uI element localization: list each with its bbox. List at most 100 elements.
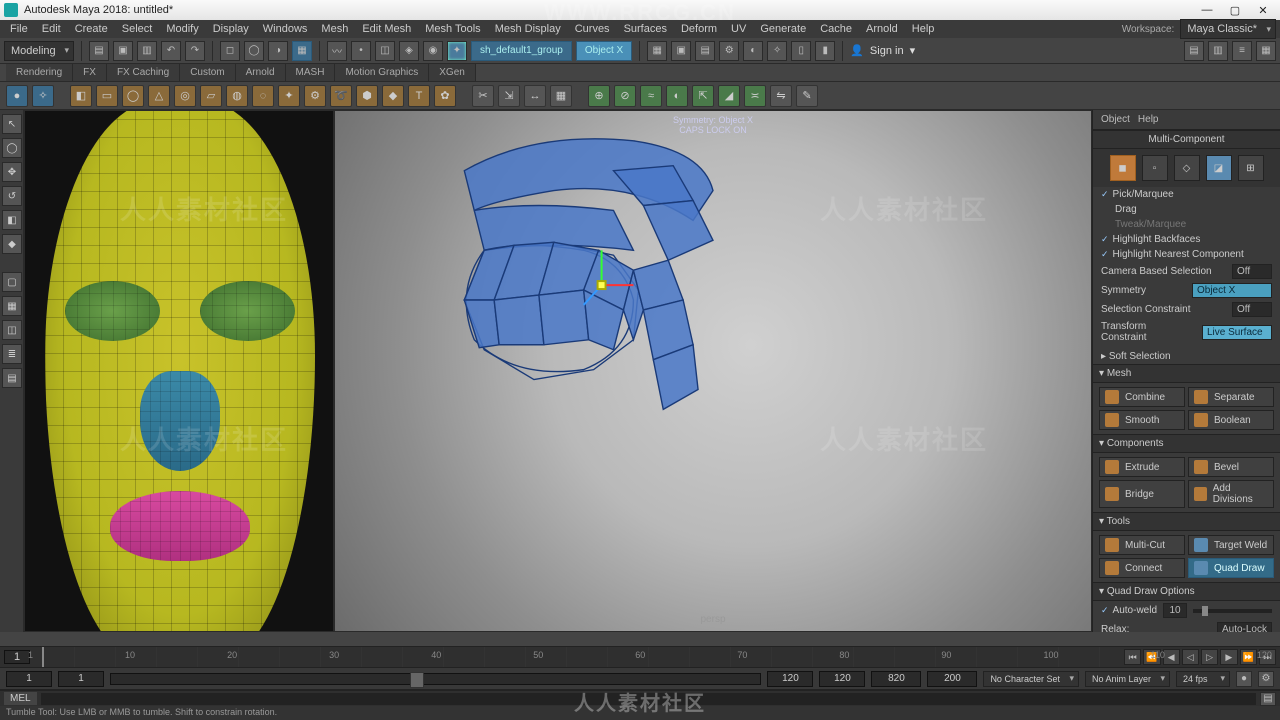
shelf-tab-custom[interactable]: Custom bbox=[180, 64, 235, 81]
shelf-separate-icon[interactable]: ⊘ bbox=[614, 85, 636, 107]
snap-curve-icon[interactable]: 〰 bbox=[327, 41, 347, 61]
menu-modify[interactable]: Modify bbox=[160, 21, 204, 37]
shelf-targetweld-icon[interactable]: ⇲ bbox=[498, 85, 520, 107]
script-editor-button[interactable]: ▤ bbox=[1260, 692, 1276, 706]
shelf-cyl-icon[interactable]: ◯ bbox=[122, 85, 144, 107]
shelf-cube-icon[interactable]: ◧ bbox=[70, 85, 92, 107]
soft-sel-toggle[interactable]: ▸ Soft Selection bbox=[1101, 351, 1171, 362]
save-scene-icon[interactable]: ▥ bbox=[137, 41, 157, 61]
range-end-field[interactable]: 120 bbox=[819, 671, 865, 687]
shelf-pipe-icon[interactable]: ◍ bbox=[226, 85, 248, 107]
opt-pick[interactable]: Pick/Marquee bbox=[1101, 189, 1174, 200]
symmetry-value[interactable]: Object X bbox=[1192, 283, 1272, 298]
shelf-sphere-icon[interactable]: ● bbox=[6, 85, 28, 107]
step-back-button[interactable]: ◀ bbox=[1163, 649, 1180, 665]
step-fwd-key-button[interactable]: ⏩ bbox=[1240, 649, 1257, 665]
scale-tool-button[interactable]: ◧ bbox=[2, 210, 22, 230]
shelf-gear-icon[interactable]: ⚙ bbox=[304, 85, 326, 107]
open-scene-icon[interactable]: ▣ bbox=[113, 41, 133, 61]
shelf-boolean-icon[interactable]: ◐ bbox=[666, 85, 688, 107]
shelf-tab-motion-graphics[interactable]: Motion Graphics bbox=[335, 64, 429, 81]
paint-select-icon[interactable]: ◑ bbox=[268, 41, 288, 61]
lasso-tool-button[interactable]: ◯ bbox=[2, 138, 22, 158]
play-fwd-button[interactable]: ▷ bbox=[1201, 649, 1218, 665]
menu-generate[interactable]: Generate bbox=[754, 21, 812, 37]
shelf-extrude-icon[interactable]: ⇱ bbox=[692, 85, 714, 107]
menu-windows[interactable]: Windows bbox=[257, 21, 314, 37]
menu-mesh-tools[interactable]: Mesh Tools bbox=[419, 21, 486, 37]
btn-targetweld[interactable]: Target Weld bbox=[1188, 535, 1274, 555]
camera-sel-value[interactable]: Off bbox=[1232, 264, 1272, 279]
aux-b[interactable]: 200 bbox=[927, 671, 977, 687]
shelf-sculpt-icon[interactable]: ✎ bbox=[796, 85, 818, 107]
step-fwd-button[interactable]: ▶ bbox=[1220, 649, 1237, 665]
relax-value[interactable]: Auto-Lock bbox=[1217, 622, 1272, 632]
snap-plane-icon[interactable]: ◫ bbox=[375, 41, 395, 61]
shelf-connect-icon[interactable]: ↔ bbox=[524, 85, 546, 107]
render-view-icon[interactable]: ▦ bbox=[647, 41, 667, 61]
snap-live-icon[interactable]: ◈ bbox=[399, 41, 419, 61]
menu-create[interactable]: Create bbox=[69, 21, 114, 37]
range-start-field[interactable]: 1 bbox=[6, 671, 52, 687]
menu-file[interactable]: File bbox=[4, 21, 34, 37]
btn-bevel[interactable]: Bevel bbox=[1188, 457, 1274, 477]
channelbox-toggle-icon[interactable]: ≡ bbox=[1232, 41, 1252, 61]
aux-a[interactable]: 820 bbox=[871, 671, 921, 687]
shelf-quaddraw-icon[interactable]: ▦ bbox=[550, 85, 572, 107]
shelf-bevel-icon[interactable]: ◢ bbox=[718, 85, 740, 107]
layout-outliner-button[interactable]: ≣ bbox=[2, 344, 22, 364]
attr-editor-toggle-icon[interactable]: ▤ bbox=[1184, 41, 1204, 61]
shelf-plane-icon[interactable]: ▭ bbox=[96, 85, 118, 107]
menu-edit-mesh[interactable]: Edit Mesh bbox=[356, 21, 417, 37]
cmd-lang[interactable]: MEL bbox=[4, 692, 37, 705]
xfcon-value[interactable]: Live Surface bbox=[1202, 325, 1272, 340]
menu-arnold[interactable]: Arnold bbox=[860, 21, 904, 37]
menu-surfaces[interactable]: Surfaces bbox=[618, 21, 673, 37]
module-combo[interactable]: Modeling bbox=[4, 41, 74, 61]
close-button[interactable]: ✕ bbox=[1250, 2, 1276, 18]
tool-settings-toggle-icon[interactable]: ▥ bbox=[1208, 41, 1228, 61]
panel-layout-b-icon[interactable]: ▮ bbox=[815, 41, 835, 61]
workspace-combo[interactable]: Maya Classic* bbox=[1180, 19, 1276, 39]
layout-four-button[interactable]: ▦ bbox=[2, 296, 22, 316]
rotate-tool-button[interactable]: ↺ bbox=[2, 186, 22, 206]
ipr-icon[interactable]: ▤ bbox=[695, 41, 715, 61]
select-tool-button[interactable]: ↖ bbox=[2, 114, 22, 134]
shelf-xyz-icon[interactable]: ✧ bbox=[32, 85, 54, 107]
signin-button[interactable]: 👤 Sign in ▾ bbox=[850, 44, 915, 57]
btn-multicut[interactable]: Multi-Cut bbox=[1099, 535, 1185, 555]
btn-smooth[interactable]: Smooth bbox=[1099, 410, 1185, 430]
shelf-tab-rendering[interactable]: Rendering bbox=[6, 64, 73, 81]
menu-curves[interactable]: Curves bbox=[569, 21, 616, 37]
toggle-live-icon[interactable]: ◉ bbox=[423, 41, 443, 61]
animlayer-combo[interactable]: No Anim Layer bbox=[1085, 671, 1170, 687]
new-scene-icon[interactable]: ▤ bbox=[89, 41, 109, 61]
redo-icon[interactable]: ↷ bbox=[185, 41, 205, 61]
goto-end-button[interactable]: ⏭ bbox=[1259, 649, 1276, 665]
shelf-cone-icon[interactable]: △ bbox=[148, 85, 170, 107]
play-end-field[interactable]: 120 bbox=[767, 671, 813, 687]
shelf-platonic-icon[interactable]: ✦ bbox=[278, 85, 300, 107]
shelf-soccer-icon[interactable]: ⬢ bbox=[356, 85, 378, 107]
shelf-mirror-icon[interactable]: ⇋ bbox=[770, 85, 792, 107]
opt-hnear[interactable]: Highlight Nearest Component bbox=[1101, 249, 1244, 260]
charset-combo[interactable]: No Character Set bbox=[983, 671, 1079, 687]
btn-combine[interactable]: Combine bbox=[1099, 387, 1185, 407]
layout-two-button[interactable]: ◫ bbox=[2, 320, 22, 340]
render-frame-icon[interactable]: ▣ bbox=[671, 41, 691, 61]
snap-grid-icon[interactable]: ▦ bbox=[292, 41, 312, 61]
menu-uv[interactable]: UV bbox=[725, 21, 752, 37]
minimize-button[interactable]: — bbox=[1194, 2, 1220, 18]
menu-deform[interactable]: Deform bbox=[675, 21, 723, 37]
play-start-field[interactable]: 1 bbox=[58, 671, 104, 687]
side-tab-object[interactable]: Object bbox=[1101, 114, 1130, 125]
menu-edit[interactable]: Edit bbox=[36, 21, 67, 37]
lasso-tool-icon[interactable]: ◯ bbox=[244, 41, 264, 61]
menu-mesh-display[interactable]: Mesh Display bbox=[489, 21, 567, 37]
select-tool-icon[interactable]: ◻ bbox=[220, 41, 240, 61]
range-track[interactable] bbox=[110, 673, 761, 685]
selcon-value[interactable]: Off bbox=[1232, 302, 1272, 317]
undo-icon[interactable]: ↶ bbox=[161, 41, 181, 61]
component-uv-icon[interactable]: ⊞ bbox=[1238, 155, 1264, 181]
shelf-disc-icon[interactable]: ◌ bbox=[252, 85, 274, 107]
